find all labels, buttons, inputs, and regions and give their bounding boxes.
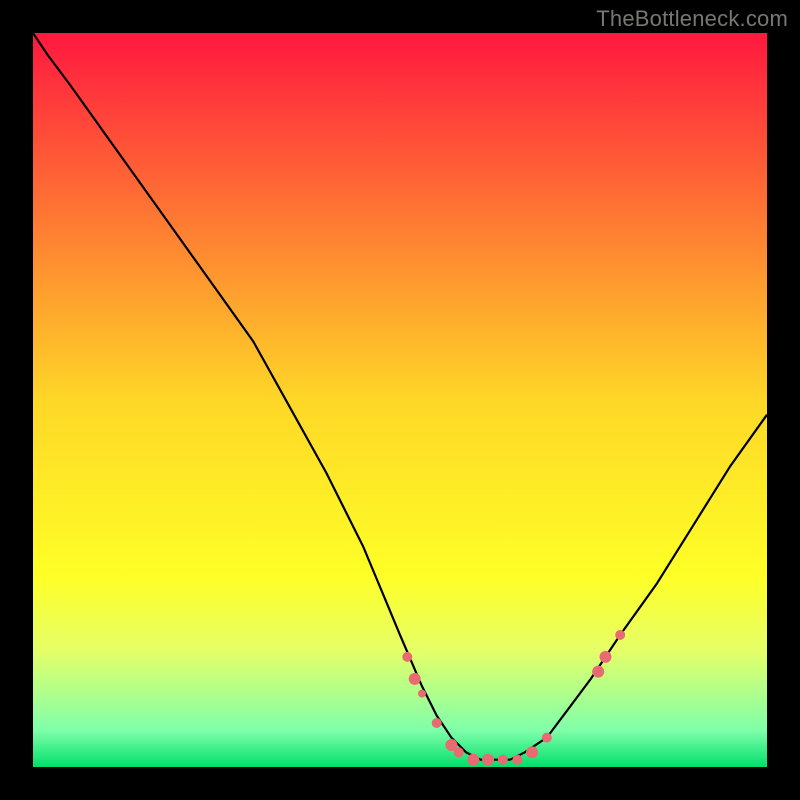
data-point	[526, 746, 538, 758]
bottleneck-chart	[33, 33, 767, 767]
data-point	[409, 673, 421, 685]
data-point	[600, 651, 612, 663]
gradient-background	[33, 33, 767, 767]
data-point	[615, 630, 625, 640]
data-point	[454, 747, 464, 757]
data-point	[592, 666, 604, 678]
data-point	[418, 690, 426, 698]
watermark-label: TheBottleneck.com	[596, 6, 788, 32]
data-point	[498, 755, 508, 765]
data-point	[482, 754, 494, 766]
data-point	[542, 733, 552, 743]
data-point	[467, 754, 479, 766]
data-point	[512, 755, 522, 765]
chart-container: TheBottleneck.com	[0, 0, 800, 800]
data-point	[402, 652, 412, 662]
data-point	[432, 718, 442, 728]
